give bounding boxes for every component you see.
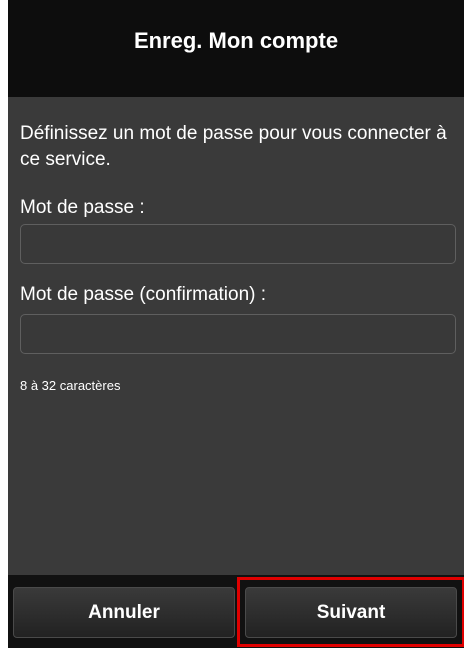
page-title: Enreg. Mon compte [133,27,339,53]
next-button[interactable]: Suivant [245,587,457,638]
button-bar: Annuler Suivant [8,575,464,648]
password-label: Mot de passe : [20,197,145,218]
cancel-button[interactable]: Annuler [13,587,235,638]
title-bar: Enreg. Mon compte [8,0,464,97]
intro-text: Définissez un mot de passe pour vous con… [20,123,447,170]
password-confirm-input[interactable] [20,314,456,354]
password-form: Définissez un mot de passe pour vous con… [8,97,464,575]
password-length-hint: 8 à 32 caractères [20,378,121,393]
password-input[interactable] [20,224,456,264]
password-confirm-label: Mot de passe (confirmation) : [20,284,267,305]
app-screen: Enreg. Mon compte Définissez un mot de p… [8,0,464,648]
